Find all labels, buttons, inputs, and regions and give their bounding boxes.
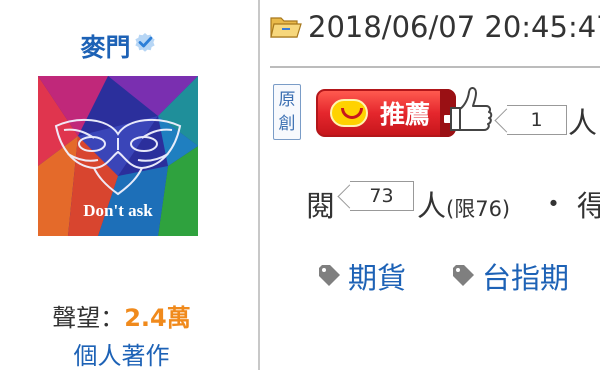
like-count-box: 1 <box>507 105 567 135</box>
recommend-button[interactable]: 推薦 <box>316 89 456 137</box>
read-count-box: 73 <box>350 181 414 211</box>
author-avatar[interactable]: Don't ask <box>38 76 198 236</box>
thumbs-up-icon[interactable] <box>448 82 494 134</box>
header-divider <box>270 66 600 68</box>
tag-link-taiex-futures[interactable]: 台指期 <box>452 255 569 297</box>
reputation-value: 2.4萬 <box>124 304 191 332</box>
tag-link-futures[interactable]: 期貨 <box>318 255 406 297</box>
verified-check-icon <box>134 33 155 52</box>
smile-icon <box>330 99 368 127</box>
post-date-row: 2018/06/07 20:45:47 <box>270 10 600 44</box>
blog-article-header: 麥門 Don't ask 聲望：2.4萬 個人著作 2018/06/07 20:… <box>0 0 600 370</box>
tag-icon <box>453 265 474 286</box>
svg-text:Don't ask: Don't ask <box>83 201 153 220</box>
original-badge: 原創 <box>273 84 301 140</box>
author-panel: 麥門 Don't ask 聲望：2.4萬 個人著作 <box>0 0 260 370</box>
recommend-label: 推薦 <box>380 100 431 129</box>
personal-works-link[interactable]: 個人著作 <box>0 336 243 370</box>
read-limit: (限76) <box>446 197 511 221</box>
tag-icon <box>319 265 340 286</box>
author-name-row: 麥門 <box>0 28 236 64</box>
author-name-link[interactable]: 麥門 <box>80 33 130 62</box>
post-datetime: 2018/06/07 20:45:47 <box>308 10 600 44</box>
gain-label: 得 <box>577 189 600 223</box>
tag-label: 期貨 <box>348 261 407 295</box>
tag-label: 台指期 <box>482 261 570 295</box>
folder-icon <box>270 17 302 38</box>
reputation-label: 聲望： <box>52 304 125 332</box>
read-unit: 人 <box>417 189 447 223</box>
read-count: 73 <box>369 185 394 207</box>
reputation-row: 聲望：2.4萬 <box>0 298 243 333</box>
read-unit-row: 人(限76) <box>417 183 510 225</box>
read-label: 閱 <box>306 189 336 223</box>
post-meta-panel: 2018/06/07 20:45:47 原創 推薦 1 人 閱 73 人(限76… <box>262 0 600 370</box>
separator-dot: ・ <box>539 187 569 221</box>
like-count: 1 <box>530 109 543 131</box>
like-count-unit: 人 <box>568 106 598 140</box>
